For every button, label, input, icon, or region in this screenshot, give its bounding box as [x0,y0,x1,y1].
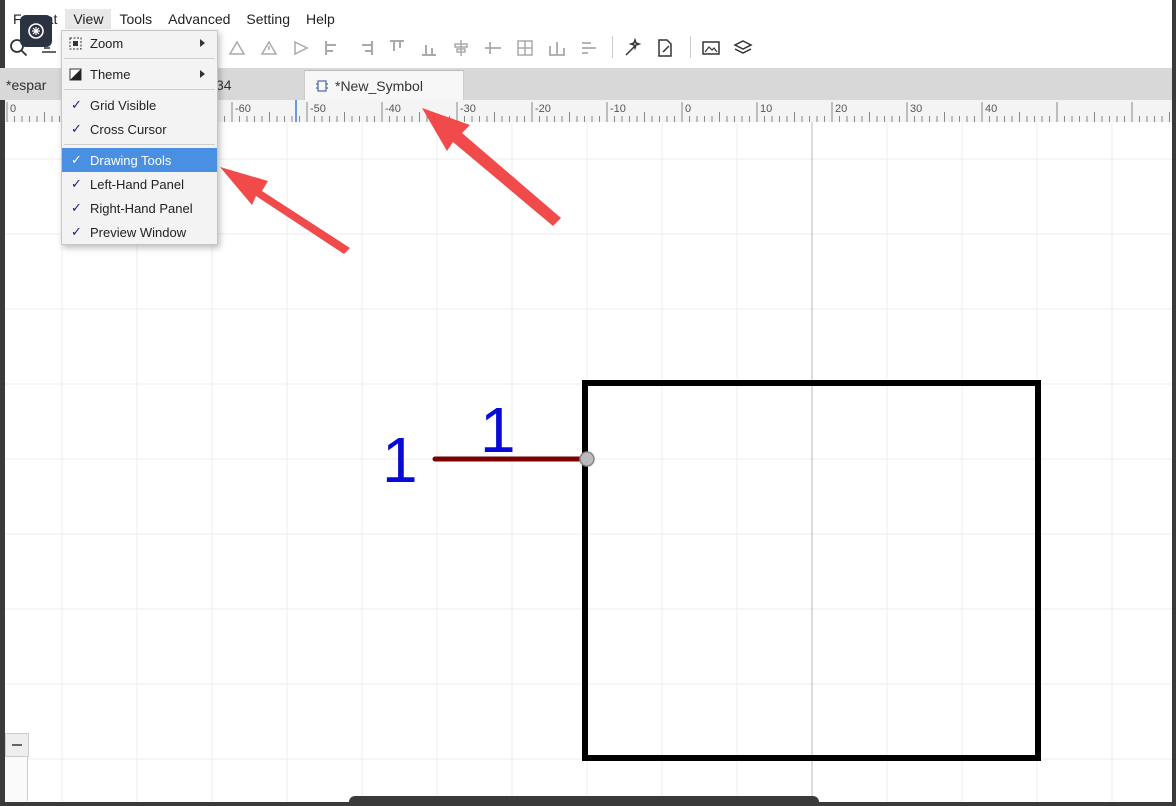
menu-setting[interactable]: Setting [238,9,298,29]
ruler-label: -30 [460,103,476,115]
submenu-arrow-icon [200,39,205,47]
align-left-icon[interactable] [323,38,343,58]
theme-icon [69,68,82,81]
ruler-label: 20 [835,103,847,115]
align-center-h-icon[interactable] [451,38,471,58]
check-icon: ✓ [71,224,82,239]
document-edit-icon[interactable] [655,38,675,58]
menu-help[interactable]: Help [298,9,343,29]
distribute-h-icon[interactable] [547,38,567,58]
app-badge-icon[interactable] [20,15,52,47]
align-center-v-icon[interactable] [483,38,503,58]
menu-item-theme[interactable]: Theme [62,62,217,86]
tab-new-symbol[interactable]: *New_Symbol [304,70,464,101]
check-icon: ✓ [71,152,82,167]
zoom-icon [69,37,82,50]
ruler-label: -50 [310,103,326,115]
menu-item-zoom[interactable]: Zoom [62,31,217,55]
menu-item-label: Preview Window [90,224,187,240]
collapse-panel-button[interactable] [5,733,29,757]
menu-item-label: Cross Cursor [90,121,167,137]
horizontal-scrollbar[interactable] [349,796,819,806]
menu-item-label: Zoom [90,35,124,51]
image-frame-icon[interactable] [701,38,721,58]
menu-item-drawing-tools[interactable]: ✓ Drawing Tools [62,148,217,172]
flip-icon[interactable] [227,38,247,58]
tab-label: 34 [216,77,232,93]
check-icon: ✓ [71,176,82,191]
left-panel-strip [5,757,28,801]
align-top-icon[interactable] [387,38,407,58]
menu-item-label: Right-Hand Panel [90,200,193,216]
symbol-icon [316,80,328,92]
window-frame-right [1172,0,1176,806]
check-icon: ✓ [71,97,82,112]
triangle-icon[interactable] [259,38,279,58]
menu-item-label: Theme [90,66,131,82]
rotate-icon[interactable] [291,38,311,58]
menu-item-right-hand-panel[interactable]: ✓ Right-Hand Panel [62,196,217,220]
toolbar-separator [612,36,613,58]
tab-label: *New_Symbol [335,78,423,94]
menu-separator [64,89,215,90]
magic-wand-icon[interactable] [623,38,643,58]
ruler-label: -60 [235,103,251,115]
ruler-label: -40 [385,103,401,115]
minus-icon [12,744,22,746]
pin-name[interactable]: 1 [480,394,516,466]
ruler-label: 30 [910,103,922,115]
menu-item-label: Grid Visible [90,97,157,113]
tab-espar[interactable]: *espar [6,70,46,100]
menu-tools[interactable]: Tools [111,9,160,29]
grid-align-icon[interactable] [515,38,535,58]
ruler-label: -10 [610,103,626,115]
pin-number[interactable]: 1 [382,424,418,496]
menu-item-grid-visible[interactable]: ✓ Grid Visible [62,93,217,117]
toolbar-separator [690,36,691,58]
menu-item-left-hand-panel[interactable]: ✓ Left-Hand Panel [62,172,217,196]
menu-advanced[interactable]: Advanced [160,9,238,29]
ruler-label: 40 [985,103,997,115]
menu-view[interactable]: View [65,9,112,29]
view-menu-dropdown: Zoom Theme ✓ Grid Visible ✓ Cross Cursor… [61,30,218,245]
menu-item-preview-window[interactable]: ✓ Preview Window [62,220,217,244]
layers-icon[interactable] [733,38,753,58]
ruler-label: 10 [760,103,772,115]
submenu-arrow-icon [200,70,205,78]
check-icon: ✓ [71,121,82,136]
menu-separator [64,144,215,145]
pin-endpoint[interactable] [579,451,595,467]
ruler-label: 0 [685,103,691,115]
menu-item-label: Drawing Tools [90,152,172,168]
menu-separator [64,58,215,59]
menu-item-label: Left-Hand Panel [90,176,184,192]
menu-item-cross-cursor[interactable]: ✓ Cross Cursor [62,117,217,141]
menu-bar: Format View Tools Advanced Setting Help [5,8,343,30]
ruler-label: -20 [535,103,551,115]
ruler-label: 0 [10,103,16,115]
tab-hidden[interactable]: 34 [216,70,232,100]
tab-label: *espar [6,77,47,93]
align-right-icon[interactable] [355,38,375,58]
align-bottom-icon[interactable] [419,38,439,58]
check-icon: ✓ [71,200,82,215]
distribute-v-icon[interactable] [579,38,599,58]
